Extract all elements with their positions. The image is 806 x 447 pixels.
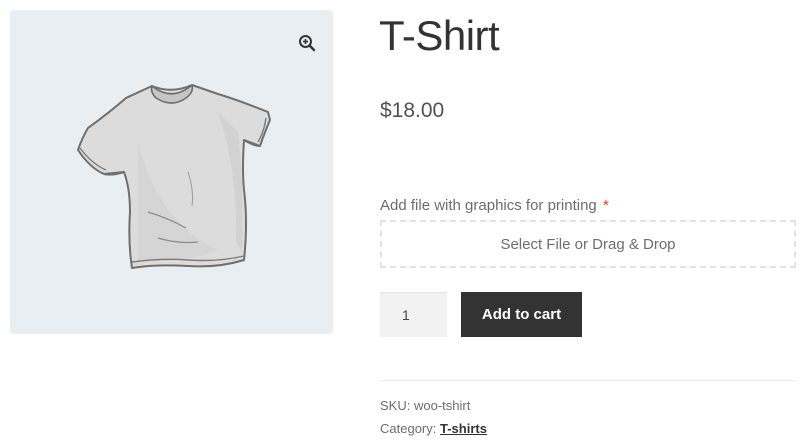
dropzone-text: Select File or Drag & Drop <box>500 235 676 253</box>
zoom-button[interactable] <box>293 29 321 57</box>
file-dropzone[interactable]: Select File or Drag & Drop <box>380 220 796 268</box>
category-line: Category: T-shirts <box>380 420 487 438</box>
zoom-in-icon <box>299 35 316 52</box>
sku-value: woo-tshirt <box>413 398 471 413</box>
product-price: $18.00 <box>380 99 445 122</box>
upload-label: Add file with graphics for printing * <box>380 196 609 216</box>
product-page: T-Shirt $18.00 Add file with graphics fo… <box>0 0 806 447</box>
quantity-input[interactable] <box>380 292 447 337</box>
category-label: Category: <box>380 421 437 436</box>
sku-label: SKU: <box>380 398 411 413</box>
upload-label-text: Add file with graphics for printing <box>380 197 597 214</box>
product-title: T-Shirt <box>379 12 500 59</box>
tshirt-image[interactable] <box>68 72 278 282</box>
required-marker: * <box>602 197 609 214</box>
add-to-cart-button[interactable]: Add to cart <box>461 292 582 337</box>
product-gallery <box>10 10 333 334</box>
sku-line: SKU: woo-tshirt <box>380 397 470 415</box>
category-link[interactable]: T-shirts <box>440 421 487 436</box>
meta-divider <box>380 380 796 381</box>
